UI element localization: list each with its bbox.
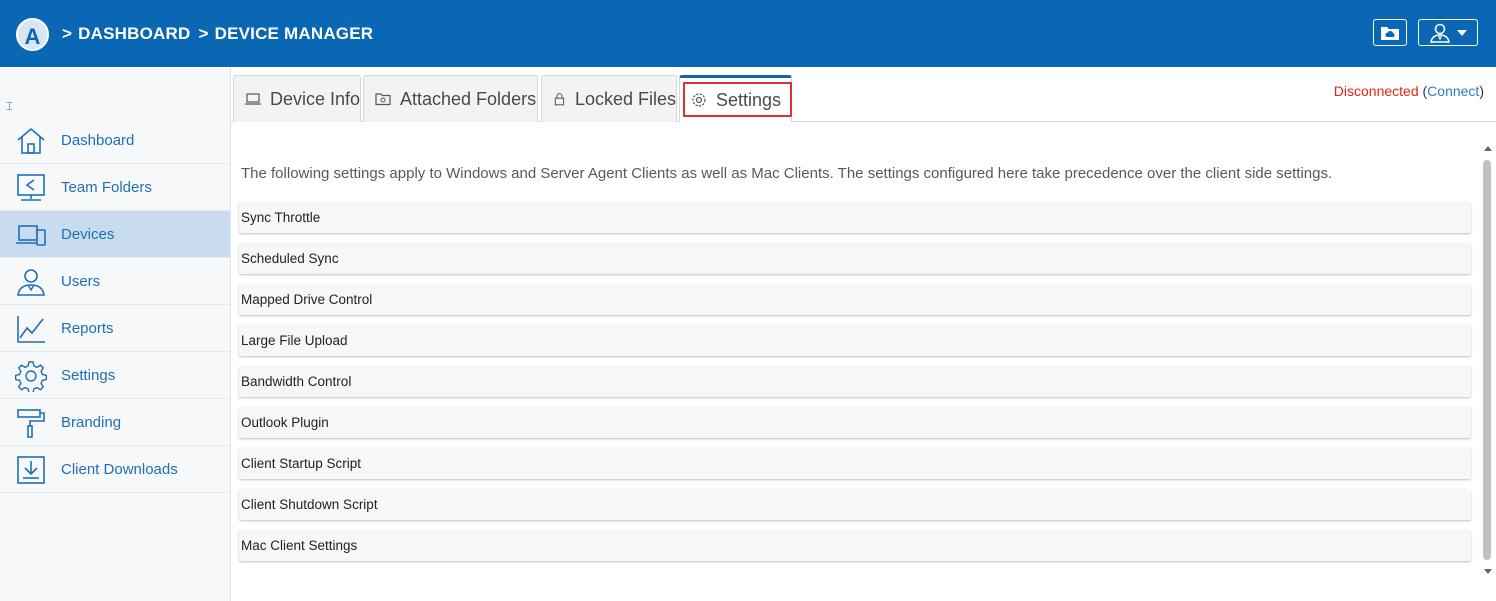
tab-attached-folders[interactable]: Attached Folders xyxy=(363,75,538,122)
connection-status: Disconnected (Connect) xyxy=(1334,83,1484,99)
sidebar-item-label: Reports xyxy=(61,319,114,337)
user-menu-button[interactable] xyxy=(1418,19,1478,46)
connect-link[interactable]: Connect xyxy=(1427,83,1479,99)
section-label: Client Startup Script xyxy=(241,456,362,471)
settings-section-scheduled-sync[interactable]: Scheduled Sync xyxy=(239,243,1471,274)
settings-tab-highlight xyxy=(683,82,792,117)
reports-icon xyxy=(17,316,45,343)
sidebar-item-label: Branding xyxy=(61,413,122,431)
breadcrumb-dashboard[interactable]: DASHBOARD xyxy=(78,24,190,43)
scroll-down-arrow-icon[interactable] xyxy=(1484,569,1492,574)
vertical-scrollbar[interactable] xyxy=(1480,140,1496,580)
app-logo[interactable]: A xyxy=(16,18,49,51)
download-icon xyxy=(17,456,45,484)
scroll-up-arrow-icon[interactable] xyxy=(1484,146,1492,151)
breadcrumb-separator: > xyxy=(62,24,73,43)
section-label: Mac Client Settings xyxy=(241,538,358,553)
status-disconnected: Disconnected xyxy=(1333,83,1419,99)
sidebar-item-settings[interactable]: Settings xyxy=(0,352,230,399)
sidebar-item-users[interactable]: Users xyxy=(0,258,230,305)
breadcrumb: > DASHBOARD > DEVICE MANAGER xyxy=(62,24,373,44)
paint-roller-icon xyxy=(17,409,45,438)
sidebar-item-team-folders[interactable]: Team Folders xyxy=(0,164,230,211)
settings-section-outlook-plugin[interactable]: Outlook Plugin xyxy=(239,407,1471,438)
section-label: Scheduled Sync xyxy=(241,251,339,266)
settings-section-client-startup-script[interactable]: Client Startup Script xyxy=(239,448,1471,479)
section-label: Outlook Plugin xyxy=(241,415,329,430)
sidebar-item-branding[interactable]: Branding xyxy=(0,399,230,446)
sidebar-item-label: Team Folders xyxy=(61,178,152,196)
user-icon xyxy=(1430,23,1450,43)
settings-intro-text: The following settings apply to Windows … xyxy=(241,165,1333,182)
cloud-folder-icon xyxy=(1381,26,1399,40)
users-icon xyxy=(17,269,45,296)
laptop-icon xyxy=(244,93,261,105)
settings-section-mapped-drive-control[interactable]: Mapped Drive Control xyxy=(239,284,1471,315)
sidebar-item-label: Users xyxy=(61,272,101,290)
top-header: A > DASHBOARD > DEVICE MANAGER xyxy=(0,0,1496,67)
tab-device-info[interactable]: Device Info xyxy=(233,75,361,122)
settings-section-bandwidth-control[interactable]: Bandwidth Control xyxy=(239,366,1471,397)
tab-label: Attached Folders xyxy=(400,88,537,109)
settings-section-sync-throttle[interactable]: Sync Throttle xyxy=(239,202,1471,233)
sidebar-item-label: Settings xyxy=(61,366,116,384)
sidebar-item-client-downloads[interactable]: Client Downloads xyxy=(0,446,230,493)
sidebar-item-label: Client Downloads xyxy=(61,460,178,478)
sidebar-nav: Dashboard Team Folders Devices Users Rep… xyxy=(0,117,230,493)
sidebar-item-label: Devices xyxy=(61,225,115,243)
gear-icon xyxy=(15,361,47,392)
team-folders-icon xyxy=(17,174,45,201)
chevron-down-icon xyxy=(1457,29,1467,36)
home-icon xyxy=(17,127,45,154)
sidebar-item-label: Dashboard xyxy=(61,131,135,149)
tab-label: Device Info xyxy=(269,88,360,109)
tab-locked-files[interactable]: Locked Files xyxy=(541,75,677,122)
status-close-paren: ) xyxy=(1479,83,1484,99)
breadcrumb-device-manager: DEVICE MANAGER xyxy=(214,24,374,43)
settings-section-large-file-upload[interactable]: Large File Upload xyxy=(239,325,1471,356)
devices-icon xyxy=(16,225,46,246)
lock-icon xyxy=(554,93,565,106)
logo-letter: A xyxy=(24,24,41,49)
section-label: Bandwidth Control xyxy=(241,374,352,389)
breadcrumb-separator: > xyxy=(198,24,209,43)
section-label: Client Shutdown Script xyxy=(241,497,378,512)
sidebar: ⌶ Dashboard Team Folders Devices Users R… xyxy=(0,67,231,601)
section-label: Large File Upload xyxy=(241,333,348,348)
sidebar-collapse-icon[interactable]: ⌶ xyxy=(6,101,13,114)
cloud-folder-button[interactable] xyxy=(1373,19,1407,46)
folder-icon xyxy=(375,93,391,106)
settings-section-mac-client-settings[interactable]: Mac Client Settings xyxy=(239,530,1471,561)
sidebar-item-dashboard[interactable]: Dashboard xyxy=(0,117,230,164)
section-label: Sync Throttle xyxy=(241,210,321,225)
settings-sections: Sync Throttle Scheduled Sync Mapped Driv… xyxy=(239,202,1471,571)
sidebar-item-reports[interactable]: Reports xyxy=(0,305,230,352)
scroll-thumb[interactable] xyxy=(1483,160,1491,560)
sidebar-item-devices[interactable]: Devices xyxy=(0,211,230,258)
tab-label: Locked Files xyxy=(574,88,676,109)
section-label: Mapped Drive Control xyxy=(241,292,373,307)
tab-bar: Device Info Attached Folders Locked File… xyxy=(231,67,1496,122)
settings-section-client-shutdown-script[interactable]: Client Shutdown Script xyxy=(239,489,1471,520)
